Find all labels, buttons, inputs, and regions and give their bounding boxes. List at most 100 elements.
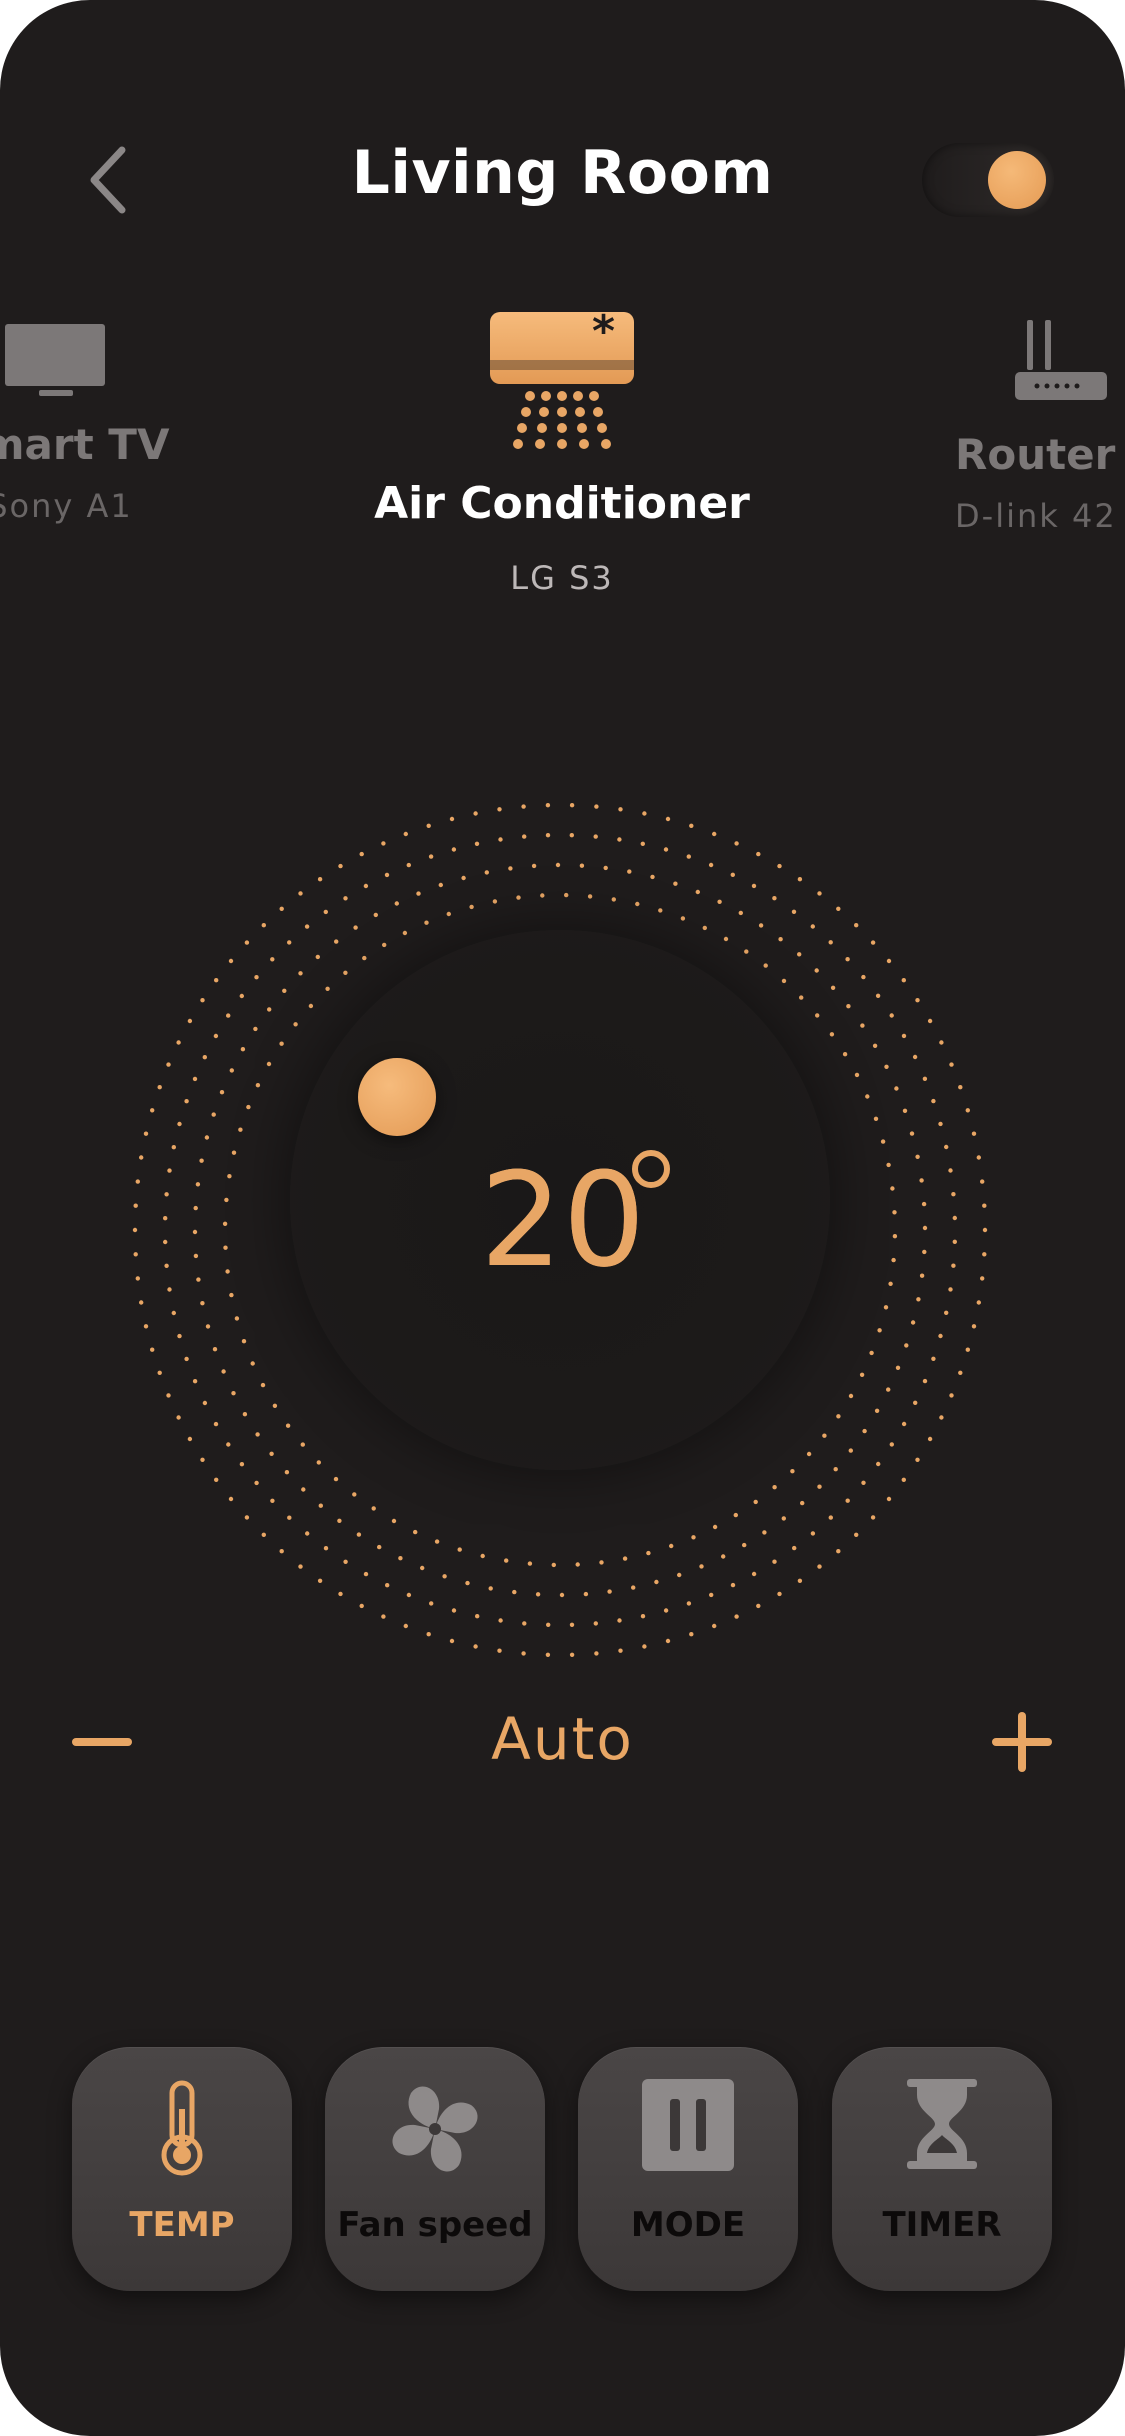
- dial-ring-dot: [859, 1372, 865, 1377]
- dial-ring-dot: [846, 1004, 851, 1009]
- dial-ring-dot: [861, 974, 866, 980]
- dial-ring-dot: [951, 1192, 956, 1197]
- increase-button[interactable]: [992, 1712, 1052, 1772]
- dial-ring-dot: [531, 863, 537, 869]
- dial-ring-dot: [272, 1403, 278, 1408]
- dial-ring-dot: [922, 1378, 928, 1384]
- dial-ring-dot: [522, 1621, 527, 1626]
- dial-ring-dot: [150, 1347, 155, 1352]
- dial-ring-dot: [343, 1559, 348, 1564]
- dial-ring-dot: [253, 1026, 258, 1032]
- dial-ring-dot: [781, 978, 787, 984]
- dial-ring-dot: [391, 1518, 397, 1524]
- dial-ring-dot: [627, 869, 632, 874]
- temp-control-button[interactable]: TEMP: [72, 2047, 292, 2291]
- dial-ring-dot: [177, 1333, 182, 1339]
- dial-ring-dot: [193, 1205, 198, 1211]
- dial-ring-dot: [362, 955, 367, 961]
- device-card-air-conditioner[interactable]: * Air Conditioner LG S3: [362, 300, 762, 597]
- fan-speed-control-button[interactable]: Fan speed: [325, 2047, 545, 2291]
- dial-ring-dot: [287, 940, 292, 945]
- device-model: D-link 42: [955, 497, 1117, 535]
- dial-ring-dot: [938, 1333, 943, 1339]
- dial-ring-dot: [618, 1648, 623, 1653]
- dial-ring-dot: [976, 1155, 981, 1160]
- dial-ring-dot: [915, 1154, 920, 1159]
- dial-ring-dot: [196, 1277, 201, 1282]
- dial-ring-dot: [229, 1292, 234, 1298]
- dial-ring-dot: [540, 893, 545, 898]
- router-icon: [1015, 320, 1107, 400]
- dial-ring-dot: [828, 1515, 833, 1520]
- dial-ring-dot: [892, 1234, 898, 1239]
- power-toggle[interactable]: [922, 143, 1054, 217]
- dial-ring-dot: [734, 841, 739, 846]
- dial-ring-dot: [250, 1361, 255, 1366]
- dial-ring-dot: [219, 1090, 225, 1095]
- dial-ring-dot: [890, 1186, 895, 1191]
- thermometer-icon: [161, 2080, 203, 2176]
- dial-ring-dot: [894, 1086, 899, 1091]
- timer-control-button[interactable]: TIMER: [832, 2047, 1052, 2291]
- dial-ring-dot: [817, 891, 822, 896]
- dial-ring-dot: [226, 1013, 231, 1018]
- dial-knob[interactable]: [358, 1058, 436, 1136]
- dial-ring-dot: [192, 1379, 198, 1384]
- dial-ring-dot: [284, 1470, 290, 1475]
- device-name: Air Conditioner: [374, 478, 750, 529]
- dial-ring-dot: [870, 940, 876, 945]
- dial-ring-dot: [814, 968, 819, 973]
- device-card-smart-tv[interactable]: Smart TV Sony A1: [0, 320, 180, 525]
- dial-ring-dot: [298, 891, 303, 896]
- dial-ring-dot: [228, 958, 234, 964]
- dial-ring-dot: [381, 1614, 386, 1619]
- dial-ring-dot: [762, 1530, 767, 1535]
- dial-ring-dot: [200, 1457, 205, 1462]
- dial-ring-dot: [861, 1480, 866, 1485]
- dial-ring-dot: [663, 847, 669, 852]
- device-model: Sony A1: [0, 487, 133, 525]
- dial-ring-dot: [202, 1400, 208, 1406]
- dial-ring-dot: [205, 1324, 211, 1329]
- dial-ring-dot: [535, 1592, 541, 1597]
- dial-ring-dot: [781, 1516, 786, 1521]
- dial-ring-dot: [734, 1614, 739, 1619]
- dial-ring-dot: [799, 995, 804, 1000]
- dial-ring-dot: [569, 803, 575, 808]
- dial-ring-dot: [382, 942, 387, 948]
- dial-ring-dot: [922, 1249, 927, 1255]
- device-card-router[interactable]: Router D-link 42: [955, 320, 1125, 535]
- mode-control-button[interactable]: MODE: [578, 2047, 798, 2291]
- dial-ring-dot: [753, 1499, 758, 1505]
- phone-screen: Living Room Smart TV Sony A1 *: [0, 0, 1125, 2436]
- dial-ring-dot: [915, 998, 920, 1003]
- dial-ring-dot: [473, 1644, 478, 1649]
- dial-ring-dot: [213, 1033, 219, 1039]
- dial-ring-dot: [730, 1582, 736, 1588]
- dial-ring-dot: [874, 1408, 880, 1413]
- dial-ring-dot: [686, 1601, 692, 1606]
- dial-ring-dot: [669, 1543, 674, 1549]
- dial-ring-dot: [323, 1546, 329, 1551]
- dial-ring-dot: [836, 906, 841, 911]
- dial-ring-dot: [167, 1168, 172, 1173]
- dial-ring-dot: [778, 937, 783, 942]
- dial-ring-dot: [261, 923, 266, 928]
- dial-ring-dot: [242, 1412, 248, 1417]
- dial-ring-dot: [434, 1539, 440, 1544]
- dial-ring-dot: [939, 1040, 944, 1045]
- dial-ring-dot: [569, 1652, 575, 1657]
- dial-ring-dot: [497, 807, 502, 812]
- dial-ring-dot: [343, 896, 348, 901]
- dial-ring-dot: [135, 1276, 140, 1281]
- dial-ring-dot: [516, 895, 521, 900]
- dial-ring-dot: [976, 1300, 981, 1305]
- dial-ring-dot: [938, 1121, 943, 1127]
- dial-ring-dot: [246, 1104, 251, 1110]
- dial-ring-dot: [931, 1098, 936, 1104]
- dial-ring-dot: [982, 1203, 987, 1208]
- dial-ring-dot: [790, 1469, 795, 1474]
- device-model: LG S3: [510, 559, 614, 597]
- dial-ring-dot: [872, 1043, 878, 1048]
- dial-ring-dot: [352, 1492, 357, 1497]
